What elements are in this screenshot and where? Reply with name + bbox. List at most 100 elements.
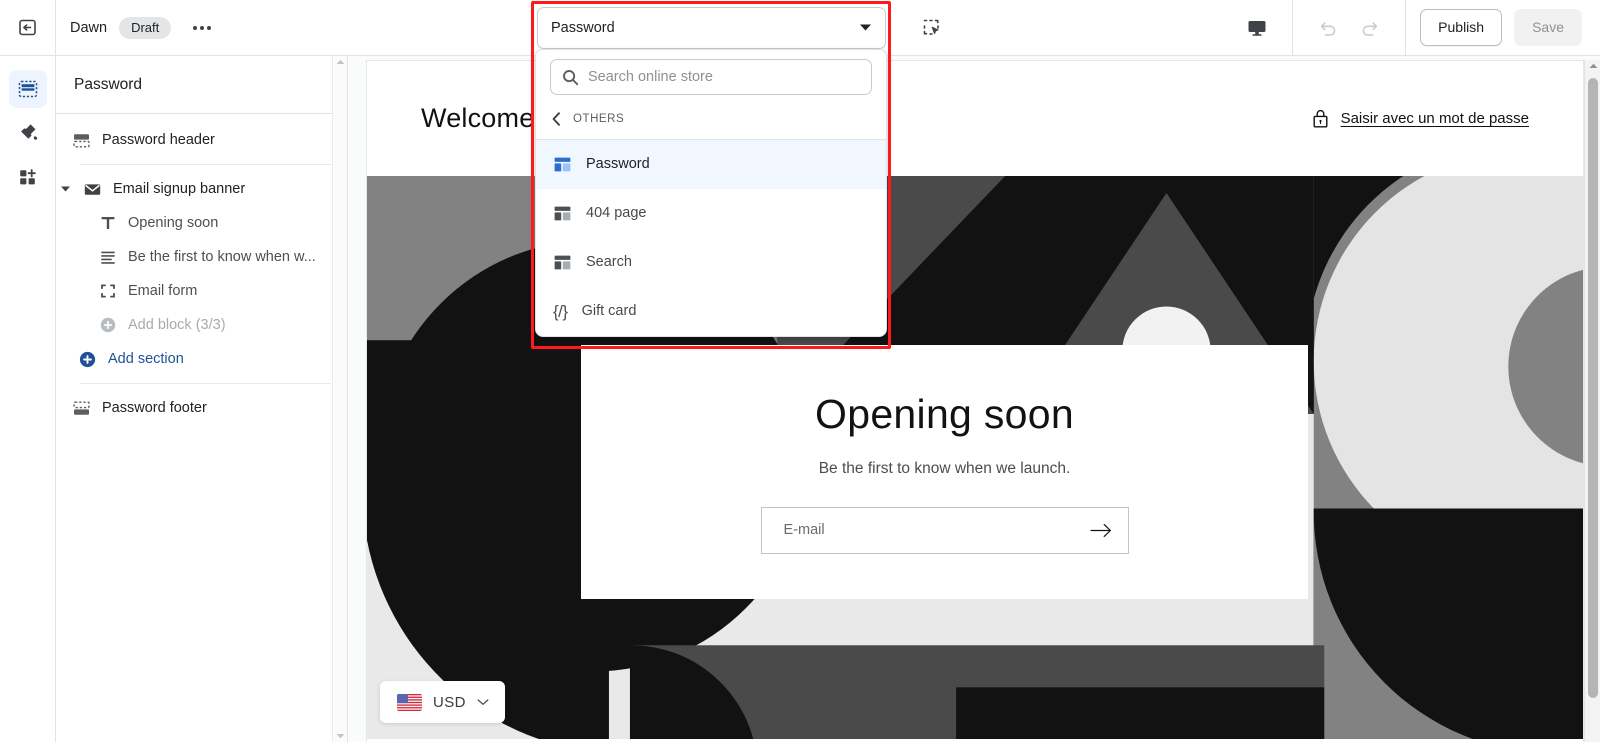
dropdown-item-label: 404 page <box>586 205 647 222</box>
dropdown-item-gift-card[interactable]: {/} Gift card <box>536 287 886 336</box>
exit-arrow-icon <box>17 17 38 38</box>
currency-selector[interactable]: USD <box>380 681 505 723</box>
paragraph-icon <box>99 248 117 266</box>
arrow-right-icon[interactable] <box>1089 523 1112 538</box>
dropdown-item-label: Gift card <box>581 303 637 320</box>
sidebar-divider <box>80 164 331 165</box>
sidebar-item-label: Password footer <box>102 400 207 416</box>
publish-button[interactable]: Publish <box>1420 9 1503 46</box>
enter-password-link-text: Saisir avec un mot de passe <box>1340 110 1529 127</box>
enter-password-link[interactable]: Saisir avec un mot de passe <box>1311 108 1529 129</box>
dropdown-back-row[interactable]: OTHERS <box>536 106 886 139</box>
preview-scroll-thumb[interactable] <box>1588 78 1598 698</box>
sidebar-add-block-button[interactable]: Add block (3/3) <box>56 308 347 342</box>
sidebar-block-label: Be the first to know when w... <box>128 249 316 265</box>
page-template-icon <box>553 253 572 272</box>
dropdown-item-label: Password <box>586 156 650 173</box>
email-field[interactable]: E-mail <box>760 506 1129 554</box>
scroll-up-arrow-icon[interactable] <box>336 59 345 65</box>
search-input[interactable] <box>588 69 860 85</box>
sidebar-block-label: Email form <box>128 283 198 299</box>
sidebar-divider <box>80 383 331 384</box>
sidebar-add-block-label: Add block (3/3) <box>128 317 226 333</box>
top-bar-actions: Publish Save <box>1236 0 1600 55</box>
icon-rail <box>0 56 56 742</box>
signup-title: Opening soon <box>815 390 1074 437</box>
plus-circle-icon <box>99 316 117 334</box>
theme-name: Dawn <box>70 19 108 36</box>
text-block-icon <box>99 214 117 232</box>
dropdown-item-404-page[interactable]: 404 page <box>536 189 886 238</box>
sidebar-add-section-button[interactable]: Add section <box>56 342 347 376</box>
inspector-tool-button[interactable] <box>910 7 952 49</box>
dropdown-item-search[interactable]: Search <box>536 238 886 287</box>
device-preview-button[interactable] <box>1236 7 1278 49</box>
redo-icon <box>1359 17 1381 39</box>
undo-icon <box>1317 17 1339 39</box>
page-selector-group: Password <box>537 0 952 55</box>
chevron-down-icon[interactable] <box>60 185 71 193</box>
save-button[interactable]: Save <box>1514 9 1582 46</box>
sidebar-block-label: Opening soon <box>128 215 219 231</box>
sidebar-item-label: Password header <box>102 132 215 148</box>
top-bar: Dawn Draft Password Publish Save <box>0 0 1600 56</box>
sections-list: Password header Email signup banner Open… <box>56 114 347 425</box>
paint-brush-icon <box>17 122 39 144</box>
sidebar-add-section-label: Add section <box>108 351 184 367</box>
sidebar-block-opening-soon[interactable]: Opening soon <box>56 206 347 240</box>
rail-item-theme-settings[interactable] <box>9 114 47 152</box>
desktop-icon <box>1246 17 1268 39</box>
actions-divider <box>1405 0 1407 55</box>
sidebar-block-paragraph[interactable]: Be the first to know when w... <box>56 240 347 274</box>
sidebar-item-password-footer[interactable]: Password footer <box>56 391 347 425</box>
chevron-down-icon <box>477 698 489 706</box>
dropdown-items-list: Password 404 page Search {/} Gift card <box>536 139 886 336</box>
sections-sidebar: Password Password header Email signup ba… <box>56 56 348 742</box>
header-layout-icon <box>72 131 91 150</box>
dropdown-group-label: OTHERS <box>573 113 625 125</box>
select-tool-icon <box>921 17 942 38</box>
frame-block-icon <box>99 282 117 300</box>
lock-icon <box>1311 108 1330 129</box>
apps-grid-plus-icon <box>17 166 39 188</box>
footer-layout-icon <box>72 399 91 418</box>
email-placeholder: E-mail <box>783 522 825 538</box>
sidebar-item-label: Email signup banner <box>113 181 246 197</box>
us-flag-icon <box>397 693 422 711</box>
undo-button[interactable] <box>1307 7 1349 49</box>
scroll-up-arrow-icon[interactable] <box>1589 63 1598 69</box>
sidebar-title: Password <box>56 56 347 114</box>
exit-editor-button[interactable] <box>0 0 56 55</box>
page-selector-value: Password <box>551 19 615 36</box>
toolbar-divider <box>1292 0 1294 55</box>
sidebar-item-password-header[interactable]: Password header <box>56 123 347 157</box>
welcome-heading: Welcome <box>421 103 535 133</box>
redo-button[interactable] <box>1349 7 1391 49</box>
plus-circle-filled-icon <box>78 350 97 369</box>
page-template-icon <box>553 204 572 223</box>
rail-item-sections[interactable] <box>8 70 47 108</box>
dropdown-item-label: Search <box>586 254 632 271</box>
theme-editor-app: Dawn Draft Password Publish Save Passwor… <box>0 0 1600 742</box>
email-signup-card: Opening soon Be the first to know when w… <box>581 345 1308 599</box>
page-template-icon <box>553 155 572 174</box>
status-badge: Draft <box>119 16 172 39</box>
search-icon <box>562 69 579 86</box>
signup-subtitle: Be the first to know when we launch. <box>818 459 1071 477</box>
liquid-code-icon: {/} <box>553 302 568 321</box>
search-field[interactable] <box>550 59 872 95</box>
dropdown-item-password[interactable]: Password <box>536 140 886 189</box>
preview-scrollbar[interactable] <box>1584 60 1600 742</box>
sidebar-scrollbar[interactable] <box>332 56 347 742</box>
dropdown-search-wrap <box>536 59 886 106</box>
currency-code: USD <box>433 693 466 711</box>
more-options-icon[interactable] <box>183 18 221 38</box>
chevron-left-icon <box>552 112 561 126</box>
scroll-down-arrow-icon[interactable] <box>336 733 345 739</box>
theme-info-group: Dawn Draft <box>56 16 221 39</box>
sidebar-block-email-form[interactable]: Email form <box>56 274 347 308</box>
rail-item-apps[interactable] <box>9 158 47 196</box>
sidebar-item-email-signup-banner[interactable]: Email signup banner <box>56 172 347 206</box>
page-selector-button[interactable]: Password <box>537 6 886 49</box>
sections-icon <box>17 78 39 100</box>
